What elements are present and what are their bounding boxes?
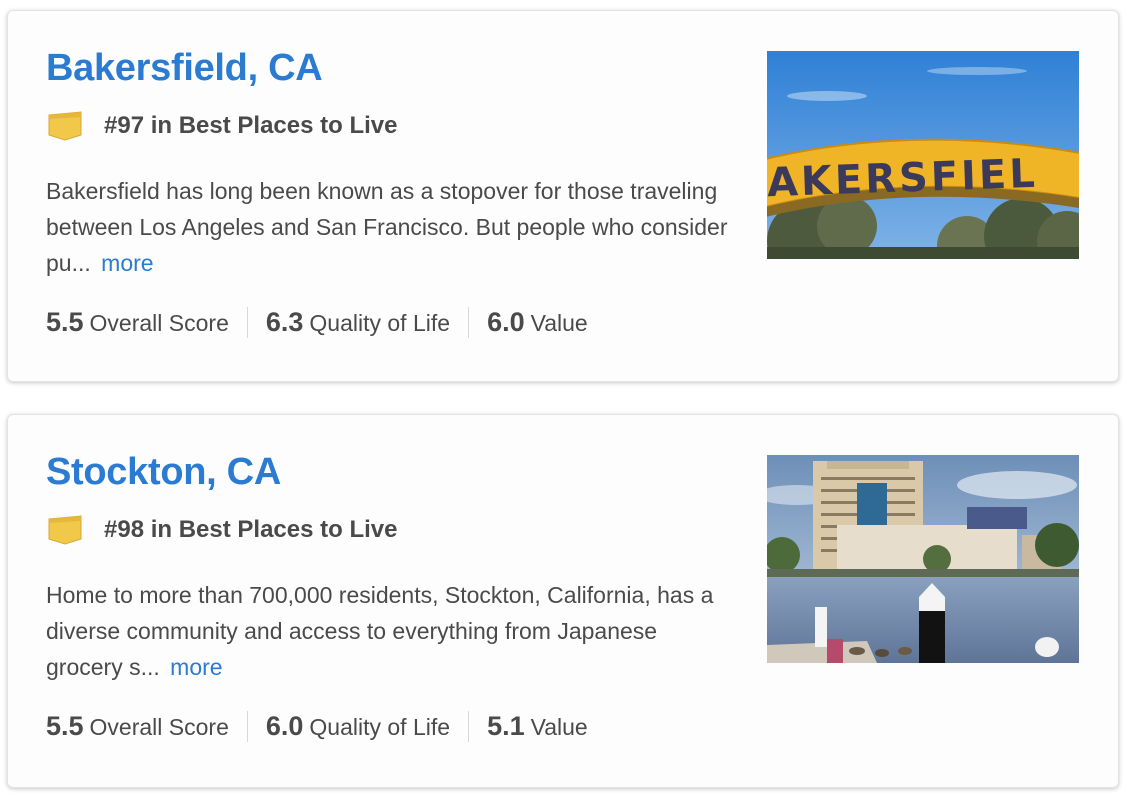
description-text: Home to more than 700,000 residents, Sto… (46, 582, 714, 680)
score-row: 5.5 Overall Score 6.0 Quality of Life 5.… (46, 711, 606, 742)
rank-text: #98 in Best Places to Live (104, 516, 398, 543)
score-label: Quality of Life (309, 310, 451, 336)
ribbon-badge-icon (48, 111, 82, 141)
city-description: Bakersfield has long been known as a sto… (46, 173, 736, 281)
city-photo[interactable]: AKERSFIEL (767, 51, 1079, 259)
score-row: 5.5 Overall Score 6.3 Quality of Life 6.… (46, 307, 606, 338)
score-label: Quality of Life (309, 714, 451, 740)
more-link[interactable]: more (101, 250, 153, 276)
stockton-waterfront-photo (767, 455, 1079, 663)
score-label: Value (530, 714, 588, 740)
rank-row: #98 in Best Places to Live (48, 513, 397, 547)
score-label: Overall Score (89, 310, 229, 336)
rank-row: #97 in Best Places to Live (48, 109, 397, 143)
quality-of-life-score: 6.3 Quality of Life (246, 307, 468, 338)
score-value: 6.3 (265, 307, 304, 337)
score-value: 5.5 (46, 711, 84, 741)
score-value: 5.5 (46, 307, 84, 337)
score-value: 6.0 (487, 307, 525, 337)
value-score: 6.0 Value (468, 307, 606, 338)
value-score: 5.1 Value (468, 711, 606, 742)
city-title-link[interactable]: Stockton, CA (46, 451, 281, 494)
city-title-link[interactable]: Bakersfield, CA (46, 47, 323, 90)
ribbon-badge-icon (48, 515, 82, 545)
rank-text: #97 in Best Places to Live (104, 112, 398, 139)
more-link[interactable]: more (170, 654, 222, 680)
bakersfield-sign-photo: AKERSFIEL (767, 51, 1079, 259)
sign-text: AKERSFIEL (767, 151, 1039, 206)
city-card-bakersfield: Bakersfield, CA #97 in Best Places to Li… (7, 10, 1119, 382)
overall-score: 5.5 Overall Score (46, 711, 247, 742)
city-description: Home to more than 700,000 residents, Sto… (46, 577, 736, 685)
city-card-stockton: Stockton, CA #98 in Best Places to Live … (7, 414, 1119, 788)
score-label: Overall Score (89, 714, 229, 740)
score-label: Value (530, 310, 588, 336)
score-value: 5.1 (487, 711, 525, 741)
score-value: 6.0 (265, 711, 304, 741)
quality-of-life-score: 6.0 Quality of Life (246, 711, 468, 742)
city-photo[interactable] (767, 455, 1079, 663)
overall-score: 5.5 Overall Score (46, 307, 247, 338)
